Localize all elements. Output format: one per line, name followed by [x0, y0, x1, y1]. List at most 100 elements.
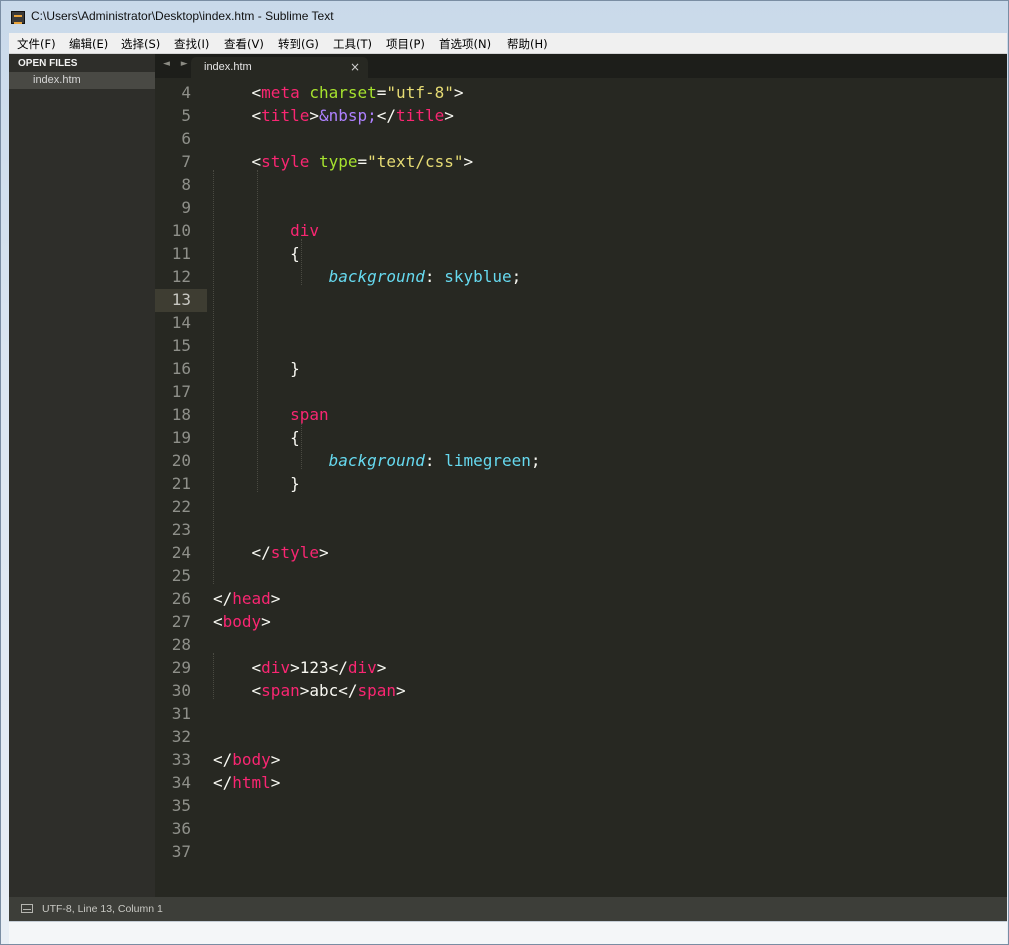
sidebar-file-item[interactable]: index.htm [9, 72, 155, 89]
menu-selection[interactable]: 选择(S) [121, 36, 160, 52]
code-line: <div>123</div> [213, 656, 387, 679]
code-token: span [357, 681, 397, 700]
console-toggle-icon[interactable] [21, 904, 33, 913]
line-number: 28 [171, 635, 191, 654]
code-area[interactable]: <meta charset="utf-8"> <title>&nbsp;</ti… [213, 78, 1003, 897]
code-line: } [213, 357, 300, 380]
code-token: </ [251, 543, 271, 562]
menu-goto[interactable]: 转到(G) [278, 36, 319, 52]
code-token: meta [261, 83, 300, 102]
code-token: < [251, 106, 262, 125]
code-token: > [376, 658, 387, 677]
code-token: head [232, 589, 271, 608]
code-token: style [261, 152, 310, 171]
code-token: > [463, 152, 474, 171]
code-token: = [357, 152, 368, 171]
menu-view[interactable]: 查看(V) [224, 36, 264, 52]
tab-bar: ◄ ► index.htm × [155, 54, 1007, 78]
line-number: 6 [181, 129, 191, 148]
line-number: 9 [181, 198, 191, 217]
code-token: > [261, 612, 271, 631]
code-token: "utf-8" [386, 83, 454, 102]
line-number: 5 [181, 106, 191, 125]
line-number: 21 [171, 474, 191, 493]
line-number: 11 [171, 244, 191, 263]
code-token: title [396, 106, 445, 125]
code-editor[interactable]: 4 5 6 7 8 9 10 11 12 13 14 15 16 17 18 19 20 21 22 23 24 25 26… [155, 78, 1007, 897]
code-token: style [270, 543, 319, 562]
menu-tools[interactable]: 工具(T) [333, 36, 372, 52]
line-number: 24 [171, 543, 191, 562]
code-token: > [396, 681, 406, 700]
code-token: type [318, 152, 358, 171]
code-token: body [222, 612, 262, 631]
status-text: UTF-8, Line 13, Column 1 [42, 903, 163, 915]
line-number: 30 [171, 681, 191, 700]
menu-preferences[interactable]: 首选项(N) [439, 36, 491, 52]
code-token: ; [511, 267, 522, 286]
code-token: div [261, 658, 291, 677]
code-token: </ [338, 681, 358, 700]
line-number: 23 [171, 520, 191, 539]
code-token: ; [530, 451, 541, 470]
code-line: span [213, 403, 329, 426]
sidebar: OPEN FILES index.htm [9, 54, 155, 897]
line-number: 17 [171, 382, 191, 401]
line-number: 7 [181, 152, 191, 171]
code-token: > [270, 750, 281, 769]
code-token: 123 [299, 658, 329, 677]
title-bar: C:\Users\Administrator\Desktop\index.htm… [1, 1, 1008, 33]
sidebar-file-label: index.htm [33, 74, 81, 86]
tab-index-htm[interactable]: index.htm × [191, 57, 368, 78]
code-token: : [424, 451, 445, 470]
menu-project[interactable]: 项目(P) [386, 36, 425, 52]
tab-close-icon[interactable]: × [350, 60, 360, 74]
code-line: background: skyblue; [213, 265, 522, 288]
code-token: charset [309, 83, 377, 102]
line-number: 18 [171, 405, 191, 424]
code-token: </ [213, 773, 233, 792]
line-number: 8 [181, 175, 191, 194]
line-number: 36 [171, 819, 191, 838]
menu-edit[interactable]: 编辑(E) [69, 36, 108, 52]
menu-bar: 文件(F) 编辑(E) 选择(S) 查找(I) 查看(V) 转到(G) 工具(T… [9, 33, 1007, 54]
code-token: : [424, 267, 445, 286]
code-line: </style> [213, 541, 329, 564]
line-number: 32 [171, 727, 191, 746]
code-token: < [251, 83, 262, 102]
code-token: > [309, 106, 319, 125]
code-line: </body> [213, 748, 280, 771]
code-token: background [328, 451, 425, 470]
code-line: { [213, 242, 300, 265]
open-files-header: OPEN FILES [18, 58, 78, 69]
sublime-app-icon [11, 11, 25, 24]
code-token: > [453, 83, 464, 102]
window-bottom-edge [9, 921, 1007, 944]
menu-find[interactable]: 查找(I) [174, 36, 209, 52]
code-token: &nbsp; [318, 106, 377, 125]
code-line: <style type="text/css"> [213, 150, 474, 173]
code-line: <body> [213, 610, 271, 633]
code-token: title [261, 106, 310, 125]
line-number: 13 [171, 290, 191, 309]
tab-nav-arrows-icon[interactable]: ◄ ► [163, 59, 192, 69]
menu-file[interactable]: 文件(F) [17, 36, 56, 52]
menu-help[interactable]: 帮助(H) [507, 36, 548, 52]
code-line: <title>&nbsp;</title> [213, 104, 454, 127]
line-number: 14 [171, 313, 191, 332]
code-token: { [290, 244, 300, 263]
code-token: </ [213, 750, 233, 769]
